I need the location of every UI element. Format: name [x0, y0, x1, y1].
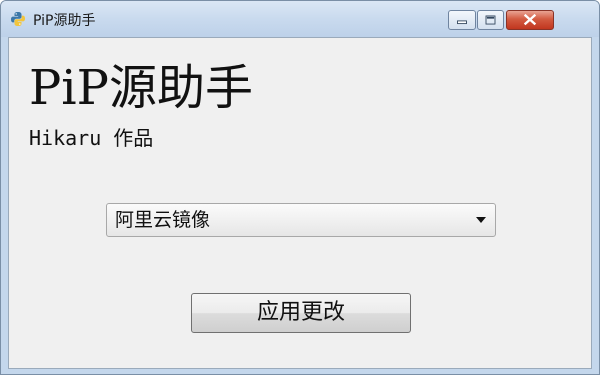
- app-heading: PiP源助手: [29, 60, 253, 116]
- app-window: PiP源助手 PiP源助手 Hikaru 作品 阿里云镜像 应用更改: [0, 0, 600, 375]
- apply-changes-button[interactable]: 应用更改: [191, 293, 411, 333]
- close-icon: [523, 13, 537, 26]
- maximize-button[interactable]: [477, 10, 504, 30]
- chevron-down-icon[interactable]: [476, 217, 486, 223]
- client-area: PiP源助手 Hikaru 作品 阿里云镜像 应用更改: [8, 37, 592, 369]
- mirror-source-dropdown[interactable]: 阿里云镜像: [106, 203, 496, 237]
- python-logo-icon: [11, 12, 25, 26]
- minimize-button[interactable]: [448, 10, 476, 30]
- title-bar[interactable]: PiP源助手: [1, 1, 599, 37]
- window-title: PiP源助手: [33, 13, 96, 29]
- dropdown-selected-value: 阿里云镜像: [115, 209, 211, 231]
- minimize-icon: [457, 20, 467, 25]
- apply-changes-label: 应用更改: [256, 300, 345, 325]
- close-button[interactable]: [506, 10, 554, 30]
- author-credit: Hikaru 作品: [29, 126, 154, 150]
- maximize-icon: [485, 15, 496, 25]
